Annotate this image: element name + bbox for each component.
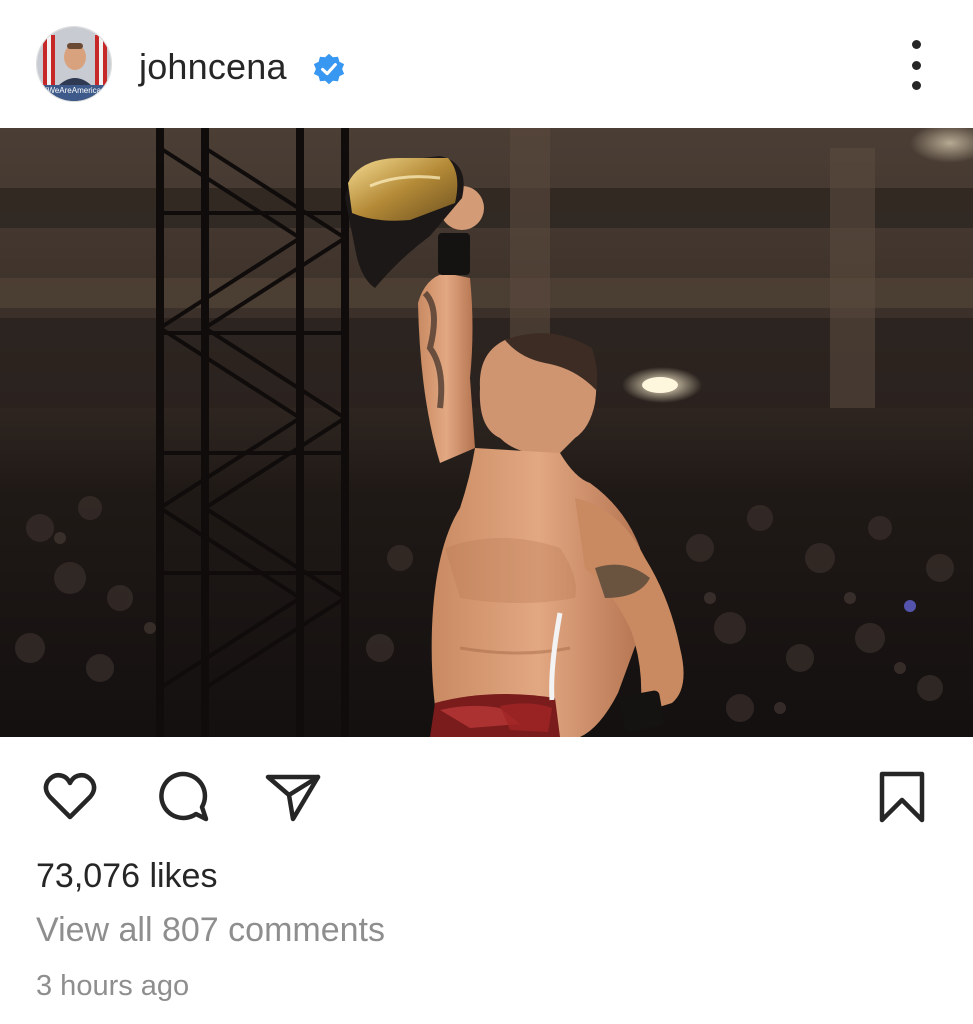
more-options-icon[interactable] bbox=[898, 40, 934, 90]
username[interactable]: johncena bbox=[139, 46, 287, 88]
view-comments-link[interactable]: View all 807 comments bbox=[36, 911, 385, 950]
avatar-caption: #WeAreAmerica bbox=[43, 86, 102, 95]
profile-avatar[interactable]: #WeAreAmerica bbox=[36, 26, 112, 102]
post-timestamp: 3 hours ago bbox=[36, 970, 190, 1002]
paper-plane-icon[interactable] bbox=[262, 767, 322, 827]
post-header: #WeAreAmerica johncena bbox=[0, 0, 973, 130]
post-photo[interactable] bbox=[0, 128, 973, 737]
likes-count[interactable]: 73,076 likes bbox=[36, 857, 217, 896]
instagram-post: #WeAreAmerica johncena 73,076 likes View… bbox=[0, 0, 973, 1024]
bookmark-icon[interactable] bbox=[872, 767, 932, 827]
post-action-bar bbox=[0, 737, 973, 847]
comment-bubble-icon[interactable] bbox=[152, 767, 212, 827]
verified-badge-icon bbox=[313, 53, 345, 85]
heart-icon[interactable] bbox=[40, 767, 100, 827]
wrestler-holding-belt-image bbox=[0, 128, 973, 737]
